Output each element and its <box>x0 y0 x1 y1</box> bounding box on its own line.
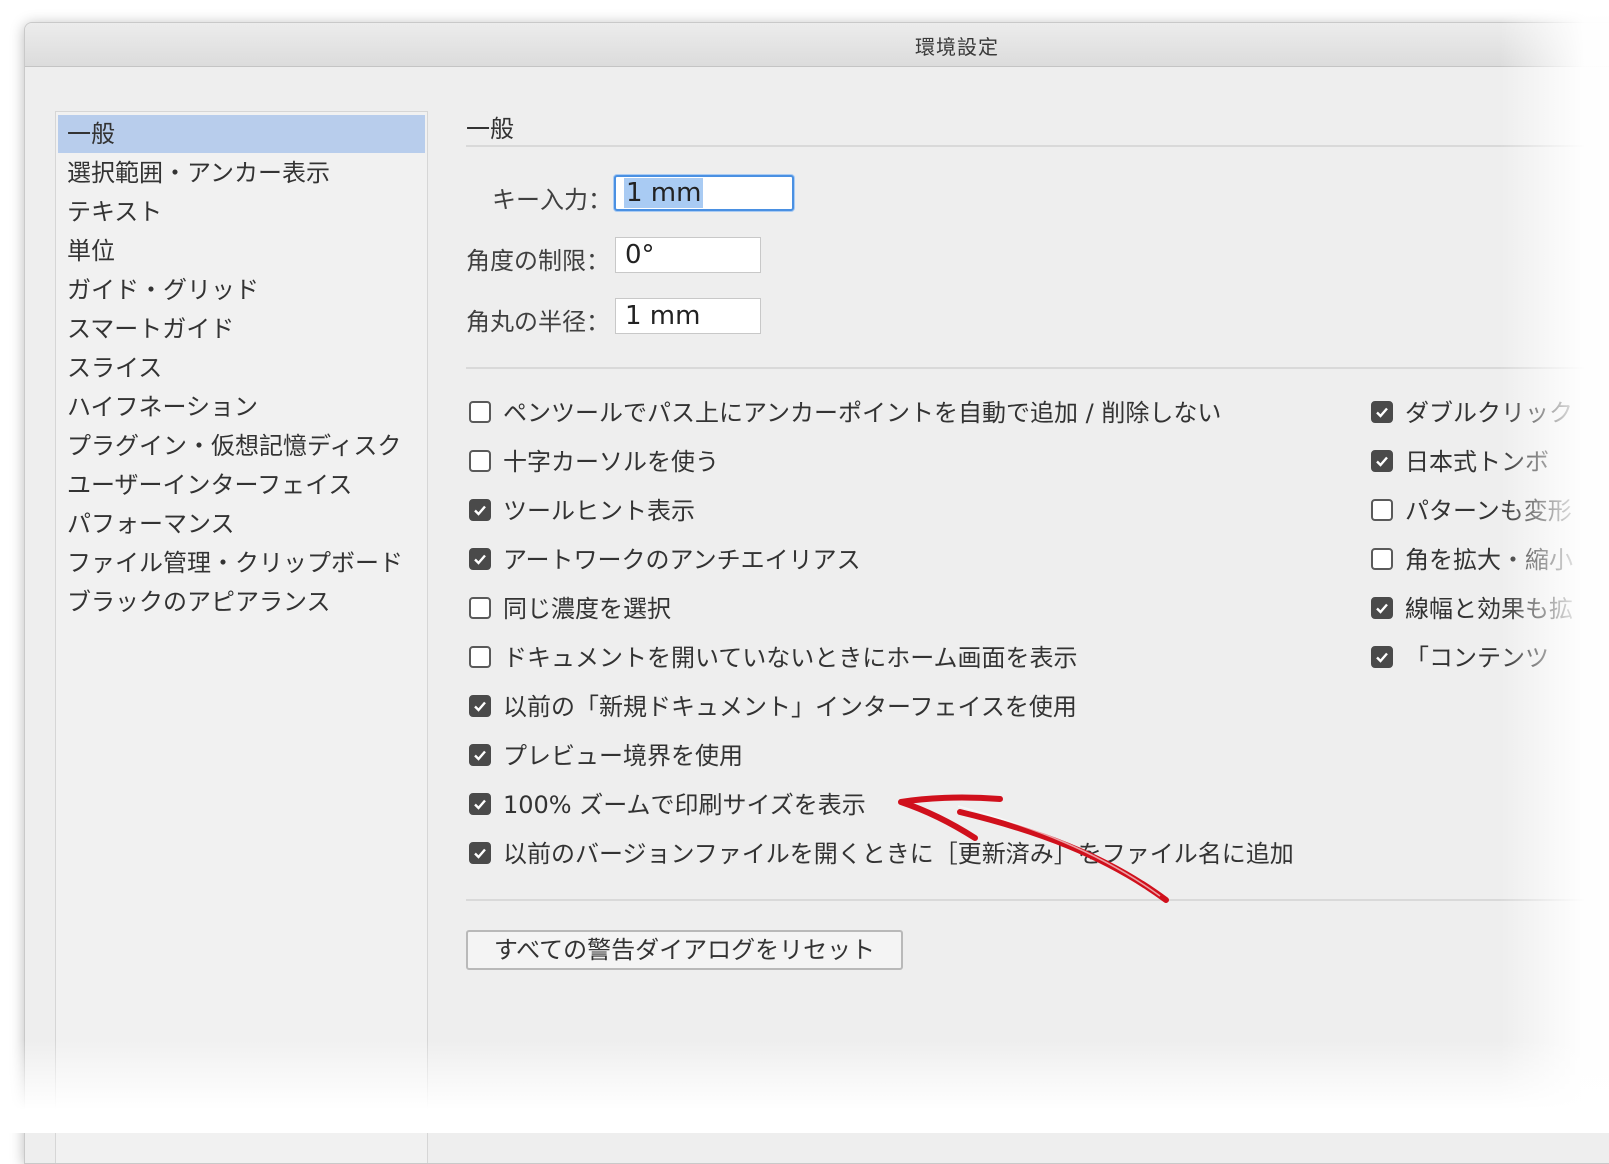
sidebar-item-units[interactable]: 単位 <box>58 232 425 270</box>
option-label: 以前のバージョンファイルを開くときに［更新済み］をファイル名に追加 <box>503 840 1294 868</box>
option-label: 「コンテンツ <box>1405 644 1549 672</box>
option-label: 線幅と効果も拡 <box>1405 595 1573 623</box>
checkbox-checked[interactable] <box>1371 401 1393 423</box>
sidebar-item-user-interface[interactable]: ユーザーインターフェイス <box>58 466 425 504</box>
angle-limit-label: 角度の制限： <box>466 247 610 275</box>
checkbox-checked[interactable] <box>469 842 491 864</box>
option-label: 以前の「新規ドキュメント」インターフェイスを使用 <box>503 693 1077 721</box>
option-label: ツールヒント表示 <box>503 497 695 525</box>
reset-warning-dialogs-button[interactable]: すべての警告ダイアログをリセット <box>466 930 903 970</box>
sidebar-item-guides-grid[interactable]: ガイド・グリッド <box>58 271 425 309</box>
sidebar-item-performance[interactable]: パフォーマンス <box>58 505 425 543</box>
window-title: 環境設定 <box>915 35 999 59</box>
key-input-field[interactable]: 1 mm <box>614 175 794 211</box>
checkbox-checked[interactable] <box>469 548 491 570</box>
option-label: ダブルクリック <box>1405 399 1573 427</box>
checkbox-checked[interactable] <box>469 499 491 521</box>
checkbox[interactable] <box>1371 499 1393 521</box>
sidebar-item-hyphenation[interactable]: ハイフネーション <box>58 388 425 426</box>
checkbox[interactable] <box>1371 548 1393 570</box>
preferences-content: 一般 選択範囲・アンカー表示 テキスト 単位 ガイド・グリッド スマートガイド … <box>25 67 1609 1163</box>
checkbox-checked[interactable] <box>469 793 491 815</box>
section-title: 一般 <box>466 115 514 143</box>
angle-limit-field[interactable]: 0° <box>615 237 761 273</box>
option-label: パターンも変形 <box>1405 497 1572 525</box>
checkbox[interactable] <box>469 401 491 423</box>
checkbox-checked[interactable] <box>469 744 491 766</box>
options-divider-bottom <box>466 899 1609 901</box>
sidebar-item-general[interactable]: 一般 <box>58 115 425 153</box>
option-label: アートワークのアンチエイリアス <box>503 546 861 574</box>
section-divider <box>466 145 1609 147</box>
sidebar-item-slices[interactable]: スライス <box>58 349 425 387</box>
checkbox[interactable] <box>469 450 491 472</box>
category-list: 一般 選択範囲・アンカー表示 テキスト 単位 ガイド・グリッド スマートガイド … <box>55 111 428 1163</box>
option-label: プレビュー境界を使用 <box>503 742 743 770</box>
option-label: 十字カーソルを使う <box>503 448 719 476</box>
sidebar-item-selection-anchor[interactable]: 選択範囲・アンカー表示 <box>58 154 425 192</box>
option-label: 日本式トンボ <box>1405 448 1549 476</box>
option-label: ドキュメントを開いていないときにホーム画面を表示 <box>503 644 1078 672</box>
corner-radius-field[interactable]: 1 mm <box>615 298 761 334</box>
corner-radius-label: 角丸の半径： <box>466 308 610 336</box>
checkbox[interactable] <box>469 597 491 619</box>
key-input-value: 1 mm <box>624 178 704 208</box>
preferences-window: 環境設定 一般 選択範囲・アンカー表示 テキスト 単位 ガイド・グリッド スマー… <box>24 22 1609 1164</box>
checkbox[interactable] <box>469 646 491 668</box>
options-divider-top <box>466 367 1609 369</box>
sidebar-item-plugins-scratch-disks[interactable]: プラグイン・仮想記憶ディスク <box>58 427 425 465</box>
sidebar-item-text[interactable]: テキスト <box>58 193 425 231</box>
option-label: 角を拡大・縮小 <box>1405 546 1573 574</box>
key-input-label: キー入力： <box>492 186 612 214</box>
sidebar-item-file-handling[interactable]: ファイル管理・クリップボード <box>58 544 425 582</box>
checkbox-checked[interactable] <box>1371 646 1393 668</box>
checkbox-checked[interactable] <box>1371 450 1393 472</box>
option-label: ペンツールでパス上にアンカーポイントを自動で追加 / 削除しない <box>503 399 1222 427</box>
sidebar-item-smart-guides[interactable]: スマートガイド <box>58 310 425 348</box>
checkbox-checked[interactable] <box>469 695 491 717</box>
option-label: 同じ濃度を選択 <box>503 595 671 623</box>
checkbox-checked[interactable] <box>1371 597 1393 619</box>
sidebar-item-black-appearance[interactable]: ブラックのアピアランス <box>58 583 425 621</box>
title-bar[interactable]: 環境設定 <box>25 23 1609 67</box>
option-label: 100% ズームで印刷サイズを表示 <box>503 791 866 819</box>
